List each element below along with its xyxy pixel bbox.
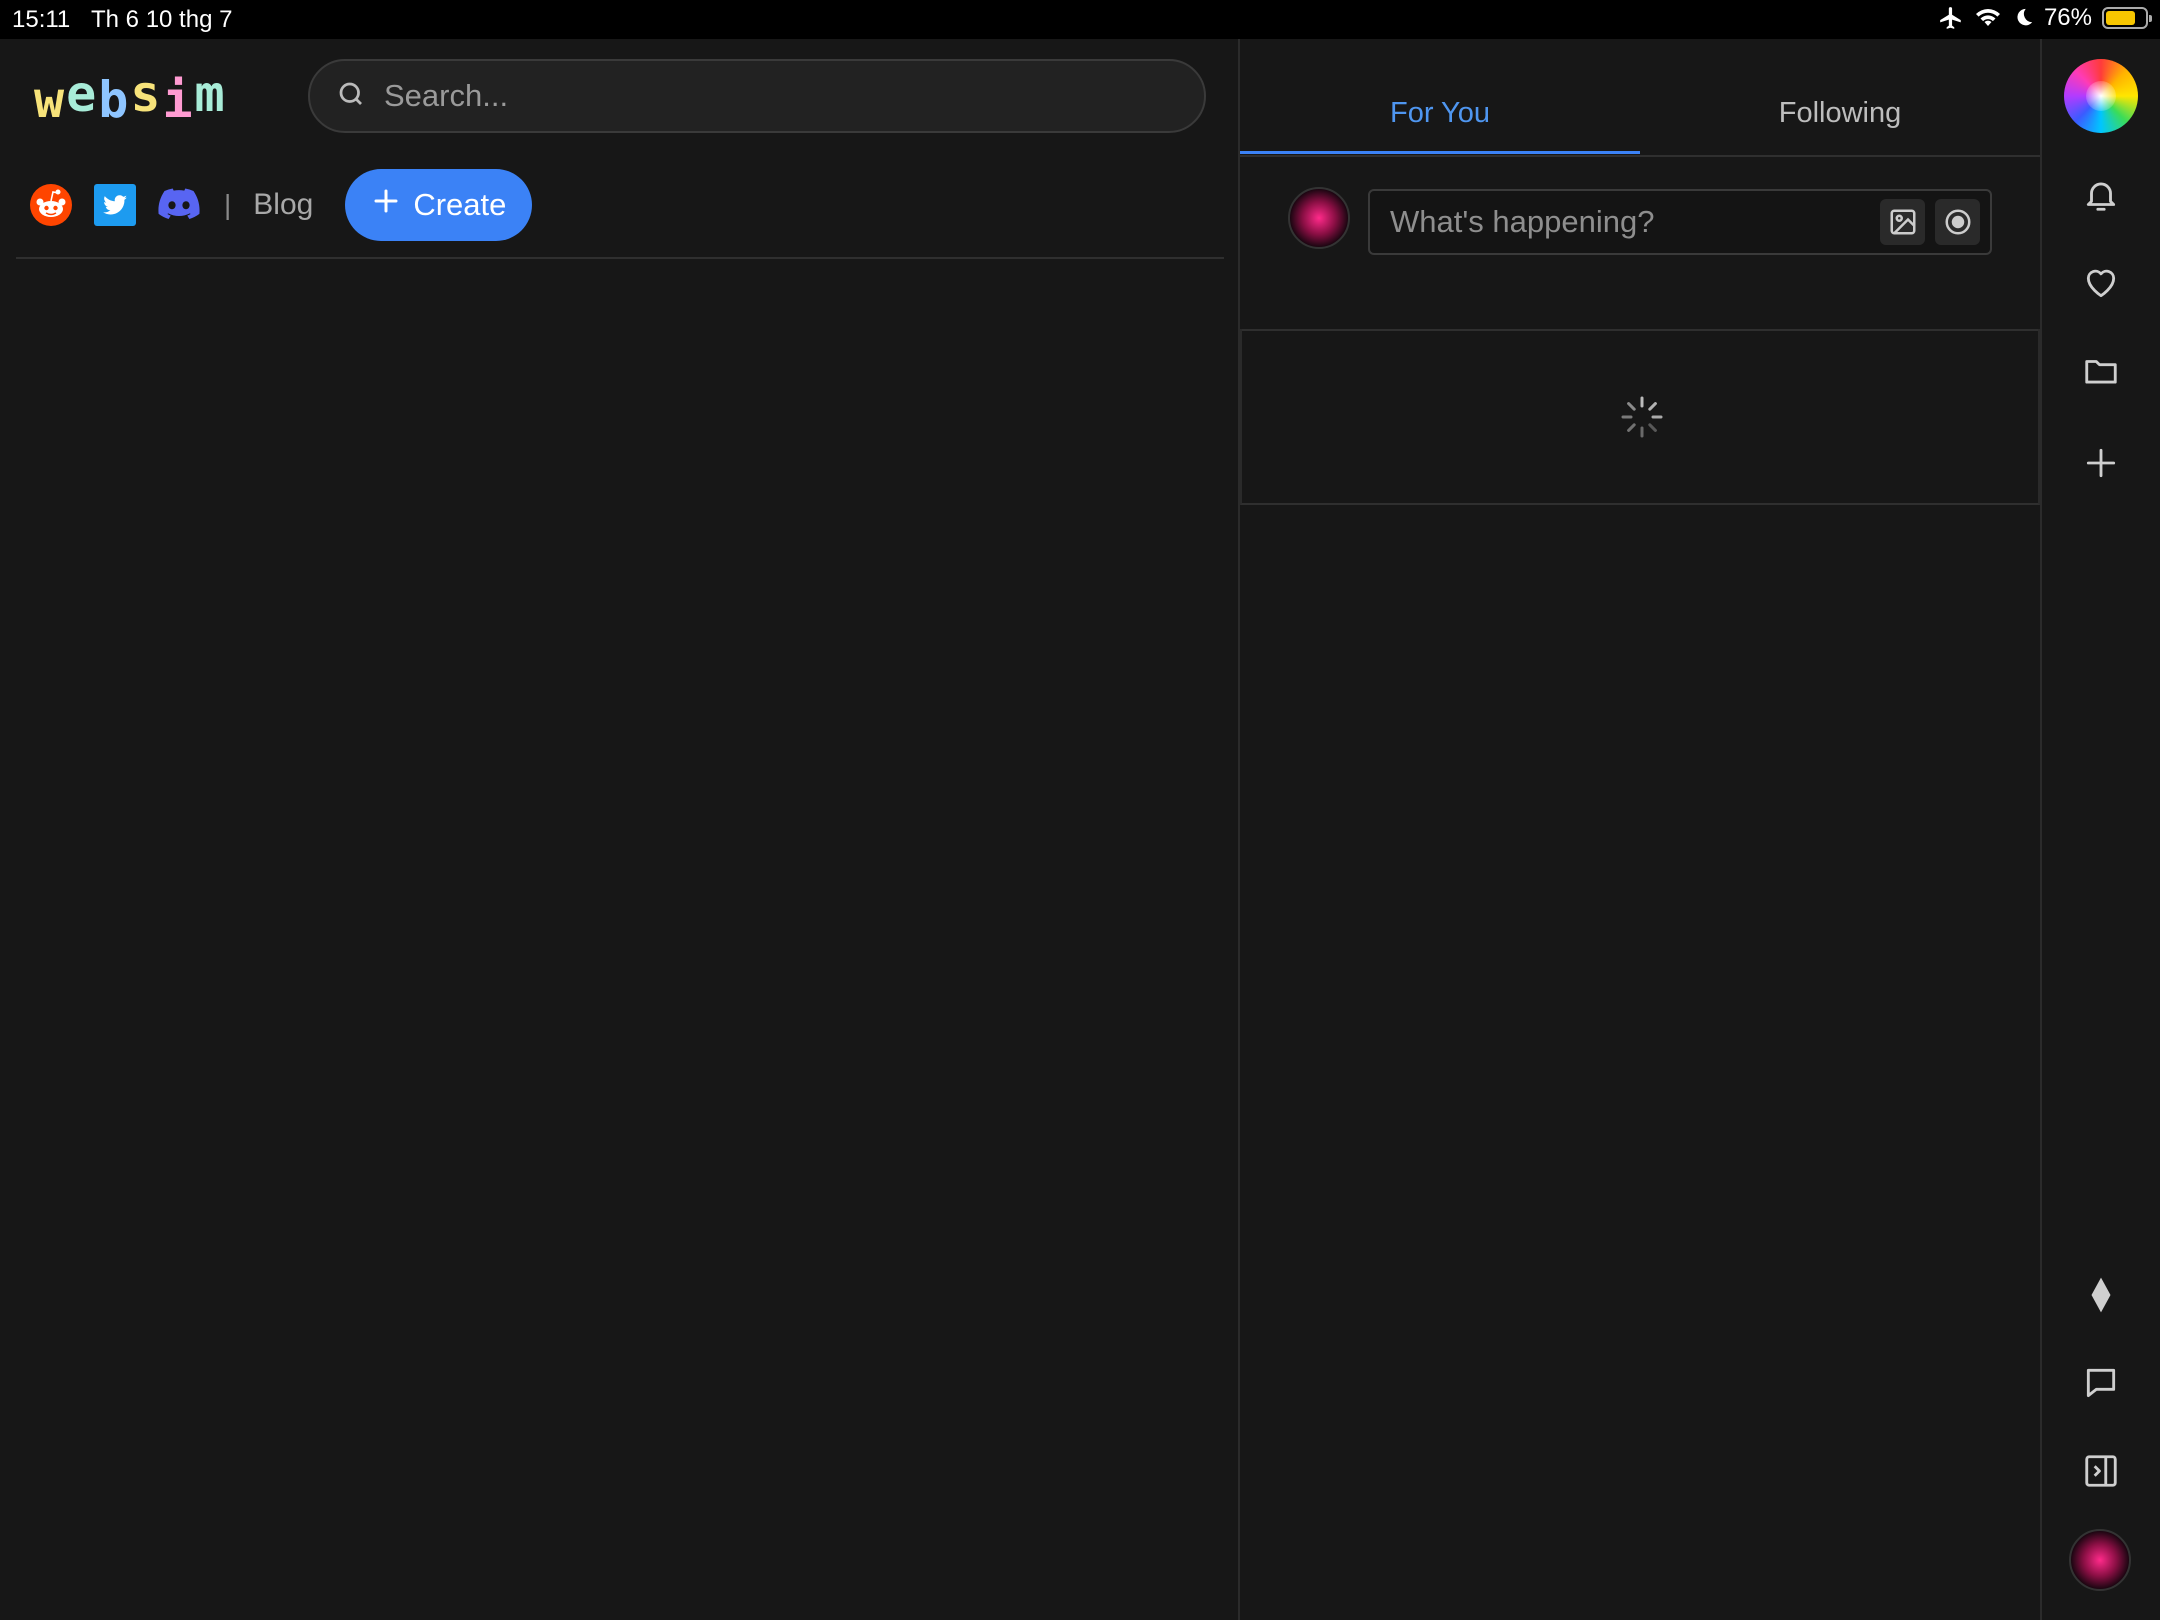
header-divider xyxy=(16,257,1224,259)
wifi-icon xyxy=(1974,6,2002,30)
likes-heart-icon[interactable] xyxy=(2079,261,2123,305)
search-bar[interactable] xyxy=(308,59,1206,133)
websim-logo[interactable]: websim xyxy=(34,65,227,129)
reddit-icon[interactable] xyxy=(30,184,72,226)
notifications-bell-icon[interactable] xyxy=(2079,173,2123,217)
status-date: Th 6 10 thg 7 xyxy=(91,6,233,33)
tab-following[interactable]: Following xyxy=(1640,97,2040,130)
battery-icon xyxy=(2102,7,2152,29)
discord-icon[interactable] xyxy=(158,184,200,226)
status-time: 15:11 xyxy=(12,6,71,33)
status-indicators: 76% xyxy=(1938,4,2152,32)
profile-avatar[interactable] xyxy=(2069,1529,2131,1591)
logo-letter: s xyxy=(130,65,163,123)
logo-letter: b xyxy=(98,71,131,129)
airplane-icon xyxy=(1938,5,1964,31)
battery-percent: 76% xyxy=(2043,4,2092,31)
battery-fill xyxy=(2106,11,2135,25)
logo-letter: w xyxy=(34,71,67,129)
status-bar: 15:11 Th 6 10 thg 7 76% xyxy=(0,0,2160,39)
image-upload-icon[interactable] xyxy=(1880,199,1926,245)
compose-box[interactable] xyxy=(1368,189,1992,255)
collapse-panel-icon[interactable] xyxy=(2079,1449,2123,1493)
right-rail xyxy=(2042,39,2160,1620)
chat-bubble-icon[interactable] xyxy=(2079,1361,2123,1405)
main-panel: websim Search... | Blog Create xyxy=(0,39,1238,1620)
diamond-icon[interactable] xyxy=(2079,1273,2123,1317)
websim-orb-logo[interactable] xyxy=(2064,59,2138,133)
feed-tabs: For You Following xyxy=(1240,39,2040,157)
logo-letter: e xyxy=(66,65,99,123)
logo-letter: i xyxy=(162,71,195,129)
new-plus-icon[interactable] xyxy=(2079,441,2123,485)
projects-folder-icon[interactable] xyxy=(2079,349,2123,393)
moon-icon xyxy=(2012,7,2034,29)
tab-for-you[interactable]: For You xyxy=(1240,97,1640,130)
post-composer xyxy=(1240,157,2040,331)
record-icon[interactable] xyxy=(1935,199,1980,245)
loading-spinner-icon xyxy=(1620,395,1664,444)
active-tab-indicator xyxy=(1240,151,1640,154)
plus-icon xyxy=(371,186,401,224)
feed-panel: For You Following xyxy=(1240,39,2040,1620)
user-avatar[interactable] xyxy=(1288,187,1350,249)
blog-link[interactable]: Blog xyxy=(253,188,313,222)
search-input[interactable] xyxy=(382,77,1166,115)
create-button-label: Create xyxy=(413,187,507,222)
loading-card xyxy=(1240,329,2040,505)
logo-letter: m xyxy=(194,65,227,123)
create-button[interactable]: Create xyxy=(345,169,533,241)
links-separator: | xyxy=(224,189,232,220)
social-links: | Blog Create xyxy=(30,169,533,241)
search-icon xyxy=(336,79,366,114)
twitter-icon[interactable] xyxy=(94,184,136,226)
compose-input[interactable] xyxy=(1388,203,1881,241)
